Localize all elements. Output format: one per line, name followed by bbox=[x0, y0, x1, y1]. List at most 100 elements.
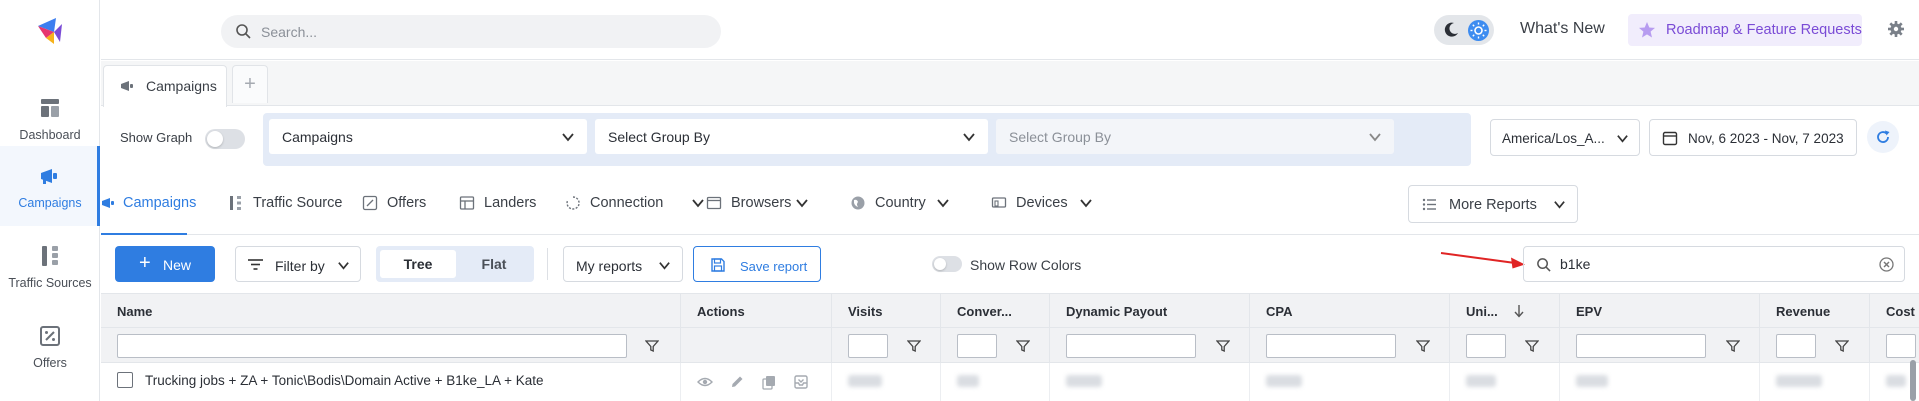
moon-icon[interactable] bbox=[1442, 21, 1460, 39]
clear-icon[interactable] bbox=[1879, 257, 1894, 272]
column-header-dynamic-payout[interactable]: Dynamic Payout bbox=[1050, 294, 1250, 329]
table-search-input[interactable] bbox=[1560, 247, 1860, 281]
group-by-select-3[interactable]: Select Group By bbox=[996, 119, 1394, 154]
refresh-button[interactable] bbox=[1867, 121, 1899, 153]
sidebar-item-label: Campaigns bbox=[18, 196, 82, 210]
row-name[interactable]: Trucking jobs + ZA + Tonic\Bodis\Domain … bbox=[145, 373, 543, 388]
more-reports-label: More Reports bbox=[1449, 197, 1537, 213]
sort-arrow-down-icon[interactable] bbox=[1512, 304, 1526, 318]
chevron-down-icon[interactable] bbox=[795, 196, 809, 210]
sidebar-item-offers[interactable]: Offers bbox=[0, 306, 100, 386]
funnel-icon[interactable] bbox=[1726, 339, 1740, 353]
timezone-select[interactable]: America/Los_A... bbox=[1490, 119, 1640, 156]
unique-filter-input[interactable] bbox=[1466, 334, 1506, 358]
roadmap-button[interactable]: Roadmap & Feature Requests bbox=[1628, 14, 1862, 46]
group-by-value: Select Group By bbox=[1009, 129, 1111, 145]
report-tab-country[interactable]: Country bbox=[850, 173, 960, 235]
date-range-picker[interactable]: Nov, 6 2023 - Nov, 7 2023 bbox=[1649, 119, 1857, 156]
group-by-select-1[interactable]: Campaigns bbox=[269, 119, 587, 154]
chevron-down-icon[interactable] bbox=[691, 196, 705, 210]
table-search[interactable] bbox=[1523, 246, 1905, 282]
filter-cell-epv bbox=[1560, 328, 1760, 363]
tab-campaigns[interactable]: Campaigns bbox=[103, 65, 227, 107]
gear-icon[interactable] bbox=[1887, 20, 1905, 38]
save-report-button[interactable]: Save report bbox=[693, 246, 821, 282]
column-header-epv[interactable]: EPV bbox=[1560, 294, 1760, 329]
report-tab-devices[interactable]: Devices bbox=[991, 173, 1101, 235]
theme-toggle[interactable] bbox=[1434, 15, 1494, 45]
report-tab-label: Browsers bbox=[731, 195, 792, 211]
group-by-select-2[interactable]: Select Group By bbox=[595, 119, 988, 154]
divider bbox=[547, 248, 548, 280]
revenue-filter-input[interactable] bbox=[1776, 334, 1816, 358]
global-search-input[interactable] bbox=[261, 15, 701, 48]
offers-icon bbox=[40, 326, 60, 346]
row-colors-toggle[interactable] bbox=[932, 256, 962, 272]
funnel-icon[interactable] bbox=[907, 339, 921, 353]
column-header-conversions[interactable]: Conver... bbox=[941, 294, 1050, 329]
column-header-cost[interactable]: Cost bbox=[1870, 294, 1919, 329]
funnel-icon[interactable] bbox=[1216, 339, 1230, 353]
blurred-value bbox=[1466, 375, 1496, 387]
sun-icon[interactable] bbox=[1468, 20, 1489, 41]
archive-icon[interactable] bbox=[793, 374, 809, 390]
report-tab-offers[interactable]: Offers bbox=[362, 173, 432, 235]
annotation-arrow-icon bbox=[1440, 252, 1525, 269]
column-header-actions: Actions bbox=[681, 294, 832, 329]
column-header-unique[interactable]: Uni... bbox=[1450, 294, 1560, 329]
globe-icon bbox=[851, 196, 865, 210]
conversions-filter-input[interactable] bbox=[957, 334, 997, 358]
chevron-down-icon bbox=[963, 133, 975, 142]
tree-view-button[interactable]: Tree bbox=[380, 250, 456, 278]
filter-cell-revenue bbox=[1760, 328, 1870, 363]
report-tab-browsers[interactable]: Browsers bbox=[706, 173, 816, 235]
more-reports-button[interactable]: More Reports bbox=[1408, 185, 1578, 223]
eye-icon[interactable] bbox=[697, 374, 713, 390]
my-reports-button[interactable]: My reports bbox=[563, 246, 683, 282]
table-row[interactable]: Trucking jobs + ZA + Tonic\Bodis\Domain … bbox=[101, 363, 1919, 401]
row-checkbox[interactable] bbox=[117, 372, 133, 388]
cell-unique bbox=[1450, 363, 1560, 401]
column-header-cpa[interactable]: CPA bbox=[1250, 294, 1450, 329]
blurred-value bbox=[957, 375, 979, 387]
funnel-icon[interactable] bbox=[1525, 339, 1539, 353]
filter-cell-unique bbox=[1450, 328, 1560, 363]
column-header-visits[interactable]: Visits bbox=[832, 294, 941, 329]
report-tab-campaigns[interactable]: Campaigns bbox=[101, 173, 196, 235]
report-tab-connection[interactable]: Connection bbox=[565, 173, 704, 235]
group-by-value: Select Group By bbox=[608, 129, 710, 145]
sidebar-item-campaigns[interactable]: Campaigns bbox=[0, 146, 100, 226]
column-header-name[interactable]: Name bbox=[101, 294, 681, 329]
sidebar-item-traffic-sources[interactable]: Traffic Sources bbox=[0, 226, 100, 306]
date-range-value: Nov, 6 2023 - Nov, 7 2023 bbox=[1688, 131, 1844, 146]
visits-filter-input[interactable] bbox=[848, 334, 888, 358]
add-tab-button[interactable]: + bbox=[232, 65, 268, 103]
funnel-icon[interactable] bbox=[1835, 339, 1849, 353]
dynamic-payout-filter-input[interactable] bbox=[1066, 334, 1196, 358]
flat-view-button[interactable]: Flat bbox=[458, 250, 530, 278]
funnel-icon[interactable] bbox=[645, 339, 659, 353]
show-graph-toggle[interactable] bbox=[205, 129, 245, 149]
report-tab-landers[interactable]: Landers bbox=[459, 173, 539, 235]
pencil-icon[interactable] bbox=[729, 374, 745, 390]
global-search[interactable] bbox=[221, 15, 721, 48]
report-tab-traffic-source[interactable]: Traffic Source bbox=[228, 173, 342, 235]
filter-by-button[interactable]: Filter by bbox=[235, 246, 361, 282]
copy-icon[interactable] bbox=[761, 374, 777, 390]
new-button[interactable]: + New bbox=[115, 246, 215, 282]
cost-filter-input[interactable] bbox=[1886, 334, 1916, 358]
cpa-filter-input[interactable] bbox=[1266, 334, 1396, 358]
name-filter-input[interactable] bbox=[117, 334, 627, 358]
chevron-down-icon[interactable] bbox=[936, 196, 950, 210]
whats-new-link[interactable]: What's New bbox=[1520, 20, 1605, 38]
report-tab-label: Landers bbox=[484, 195, 537, 211]
epv-filter-input[interactable] bbox=[1576, 334, 1706, 358]
filter-by-label: Filter by bbox=[275, 258, 325, 274]
funnel-icon[interactable] bbox=[1416, 339, 1430, 353]
column-header-revenue[interactable]: Revenue bbox=[1760, 294, 1870, 329]
vertical-scrollbar[interactable] bbox=[1910, 360, 1916, 401]
calendar-icon bbox=[1662, 131, 1678, 146]
chevron-down-icon[interactable] bbox=[1079, 196, 1093, 210]
funnel-icon[interactable] bbox=[1016, 339, 1030, 353]
app-logo-icon[interactable] bbox=[34, 16, 66, 46]
